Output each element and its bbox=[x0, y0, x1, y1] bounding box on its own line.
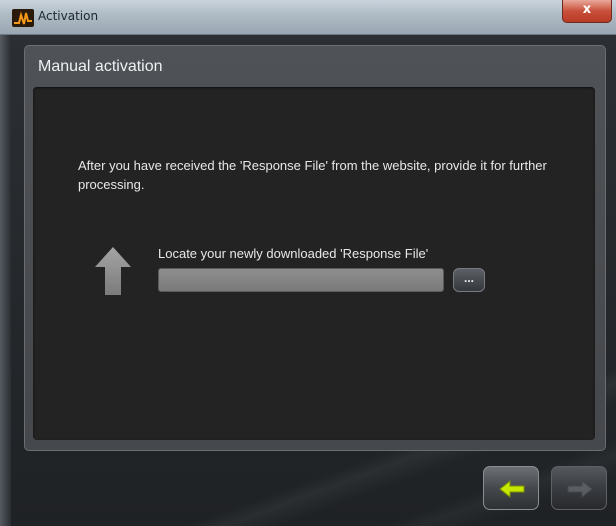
close-icon: x bbox=[582, 2, 592, 17]
title-bar[interactable]: Activation x bbox=[0, 0, 616, 35]
upload-arrow-icon bbox=[95, 247, 131, 295]
close-button[interactable]: x bbox=[562, 0, 612, 23]
ellipsis-icon: ... bbox=[463, 271, 474, 285]
right-arrow-icon bbox=[567, 479, 593, 499]
back-button[interactable] bbox=[483, 466, 539, 510]
panel-title: Manual activation bbox=[38, 58, 163, 75]
browse-button[interactable]: ... bbox=[453, 268, 485, 292]
app-logo-icon bbox=[12, 9, 34, 27]
response-file-path-input[interactable] bbox=[158, 268, 444, 292]
next-button[interactable] bbox=[551, 466, 607, 510]
activation-window: Activation x Manual activation After you… bbox=[0, 0, 616, 526]
window-title: Activation bbox=[38, 9, 99, 23]
left-arrow-icon bbox=[499, 479, 525, 499]
response-file-label: Locate your newly downloaded 'Response F… bbox=[158, 246, 429, 261]
window-left-edge bbox=[0, 35, 11, 526]
instruction-text: After you have received the 'Response Fi… bbox=[78, 158, 547, 192]
